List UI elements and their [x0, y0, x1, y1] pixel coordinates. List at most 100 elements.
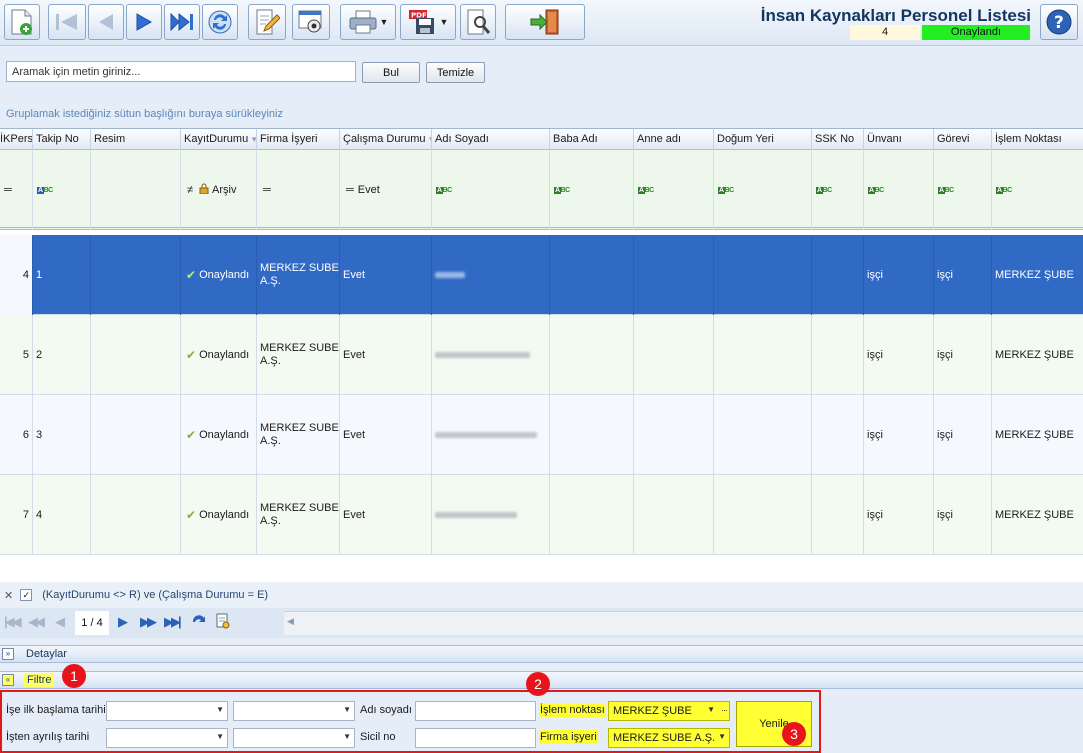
refresh-button[interactable] — [202, 4, 238, 40]
next-record-icon — [136, 13, 153, 31]
tools-icon — [467, 9, 491, 35]
leave-date-to-picker[interactable]: ▼ — [233, 728, 355, 748]
pdf-dropdown-icon: ▼ — [439, 17, 449, 27]
table-row-selected[interactable]: 4 1 ✔ Onaylandı MERKEZ SUBE A.Ş. Evet işç… — [0, 235, 1083, 315]
islem-noktasi-select[interactable]: MERKEZ ŞUBE ▼ ··· — [608, 701, 730, 721]
scroll-left-icon[interactable]: ◀ — [287, 616, 294, 627]
firma-isyeri-select[interactable]: MERKEZ SUBE A.Ş. ▼ — [608, 728, 730, 748]
clear-button[interactable]: Temizle — [426, 62, 485, 83]
filter-cell-firma-isyeri[interactable]: ═ — [257, 150, 340, 230]
filter-cell-dogum-yeri[interactable]: ABC — [714, 150, 812, 230]
text-filter-icon: ABC — [436, 186, 452, 194]
nav-prev-icon[interactable]: ◀ — [55, 614, 65, 630]
filter-cell-adi-soyadi[interactable]: ABC — [432, 150, 550, 230]
cell-adi-soyadi-redacted — [432, 235, 550, 315]
exit-button[interactable] — [505, 4, 585, 40]
cell-firma-isyeri: MERKEZ SUBE A.Ş. — [257, 395, 340, 475]
filter-cell-kayit-durumu[interactable]: ≠ Arşiv — [181, 150, 257, 230]
column-header-resim[interactable]: Resim — [91, 129, 181, 150]
edit-button[interactable] — [248, 4, 286, 40]
cell-gorevi: işçi — [934, 395, 992, 475]
help-button[interactable]: ? — [1040, 4, 1078, 40]
clear-filter-icon[interactable]: ✕ — [4, 589, 13, 602]
table-row[interactable]: 6 3 ✔ Onaylandı MERKEZ SUBE A.Ş. Evet işç… — [0, 395, 1083, 475]
horizontal-scrollbar[interactable]: ◀ — [284, 611, 1083, 635]
help-icon: ? — [1046, 9, 1072, 35]
start-date-label: İşe ilk başlama tarihi — [6, 704, 106, 716]
preview-button[interactable] — [292, 4, 330, 40]
nav-last-icon[interactable]: ▶▶| — [164, 614, 182, 630]
find-button[interactable]: Bul — [362, 62, 420, 83]
leave-date-from-picker[interactable]: ▼ — [106, 728, 228, 748]
search-input[interactable] — [6, 61, 356, 82]
cell-anne-adi — [634, 475, 714, 555]
next-record-button[interactable] — [126, 4, 162, 40]
cell-baba-adi — [550, 315, 634, 395]
nav-next-page-icon[interactable]: ▶▶ — [140, 614, 157, 630]
cell-islem-noktasi: MERKEZ ŞUBE — [995, 269, 1074, 281]
start-date-from-picker[interactable]: ▼ — [106, 701, 228, 721]
column-header-dogum-yeri[interactable]: Doğum Yeri — [714, 129, 812, 150]
nav-next-icon[interactable]: ▶ — [118, 614, 128, 630]
sicil-input[interactable] — [415, 728, 536, 748]
details-label: Detaylar — [26, 648, 67, 660]
filter-cell-calisma-durumu[interactable]: ═ Evet — [340, 150, 432, 230]
first-record-icon — [56, 14, 77, 30]
previous-record-button[interactable] — [88, 4, 124, 40]
check-icon: ✔ — [186, 348, 197, 362]
filter-cell-takip-no[interactable]: ABC — [33, 150, 91, 230]
filter-cell-ikpers[interactable]: ═ — [0, 150, 33, 230]
cell-baba-adi — [550, 475, 634, 555]
cell-islem-noktasi: MERKEZ ŞUBE — [995, 429, 1074, 441]
ellipsis-icon[interactable]: ··· — [721, 705, 728, 715]
column-header-unvani[interactable]: Ünvanı — [864, 129, 934, 150]
nav-first-icon[interactable]: |◀◀ — [4, 614, 22, 630]
filter-expression[interactable]: (KayıtDurumu <> R) ve (Çalışma Durumu = … — [42, 589, 268, 601]
start-date-to-picker[interactable]: ▼ — [233, 701, 355, 721]
filter-cell-ssk-no[interactable]: ABC — [812, 150, 864, 230]
exit-icon — [530, 9, 559, 35]
cell-kayit-text: Onaylandı — [199, 349, 250, 361]
name-input[interactable] — [415, 701, 536, 721]
filter-cell-anne-adi[interactable]: ABC — [634, 150, 714, 230]
table-row[interactable]: 7 4 ✔ Onaylandı MERKEZ SUBE A.Ş. Evet işç… — [0, 475, 1083, 555]
tools-button[interactable] — [460, 4, 496, 40]
column-header-firma-isyeri[interactable]: Firma İşyeri — [257, 129, 340, 150]
column-header-adi-soyadi[interactable]: Adı Soyadı — [432, 129, 550, 150]
filter-enabled-checkbox[interactable]: ✓ — [20, 589, 33, 601]
filter-cell-unvani[interactable]: ABC — [864, 150, 934, 230]
cell-dogum-yeri — [714, 315, 812, 395]
collapse-icon[interactable]: « — [2, 674, 14, 686]
column-header-ikpers[interactable]: İKPers — [0, 129, 33, 150]
column-header-baba-adi[interactable]: Baba Adı — [550, 129, 634, 150]
dropdown-arrow-icon: ▼ — [216, 732, 224, 741]
filter-cell-islem-noktasi[interactable]: ABC — [992, 150, 1083, 230]
column-header-ssk-no[interactable]: SSK No — [812, 129, 864, 150]
print-dropdown-icon: ▼ — [379, 17, 389, 27]
filter-cell-baba-adi[interactable]: ABC — [550, 150, 634, 230]
nav-refresh-icon[interactable] — [190, 612, 208, 634]
filter-cell-gorevi[interactable]: ABC — [934, 150, 992, 230]
first-record-button[interactable] — [48, 4, 86, 40]
new-record-button[interactable] — [4, 4, 40, 40]
cell-anne-adi — [634, 315, 714, 395]
details-bar[interactable]: » Detaylar — [0, 645, 1083, 663]
filter-cell-resim[interactable] — [91, 150, 181, 230]
table-row[interactable]: 5 2 ✔ Onaylandı MERKEZ SUBE A.Ş. Evet işç… — [0, 315, 1083, 395]
cell-takip-no: 2 — [33, 315, 91, 395]
column-header-gorevi[interactable]: Görevi — [934, 129, 992, 150]
column-header-calisma-durumu[interactable]: Çalışma Durumu▼ — [340, 129, 432, 150]
pdf-export-button[interactable]: PDF ▼ — [400, 4, 456, 40]
nav-print-icon[interactable] — [214, 612, 232, 634]
column-header-kayit-durumu[interactable]: KayıtDurumu▼ — [181, 129, 257, 150]
column-header-takip-no[interactable]: Takip No — [33, 129, 91, 150]
cell-firma-isyeri: MERKEZ SUBE A.Ş. — [257, 475, 340, 555]
cell-gorevi: işçi — [934, 315, 992, 395]
nav-prev-page-icon[interactable]: ◀◀ — [28, 614, 45, 630]
column-filter-icon[interactable]: ▼ — [250, 135, 256, 144]
last-record-button[interactable] — [164, 4, 200, 40]
print-button[interactable]: ▼ — [340, 4, 396, 40]
column-header-anne-adi[interactable]: Anne adı — [634, 129, 714, 150]
column-header-islem-noktasi[interactable]: İşlem Noktası — [992, 129, 1083, 150]
expand-icon[interactable]: » — [2, 648, 14, 660]
